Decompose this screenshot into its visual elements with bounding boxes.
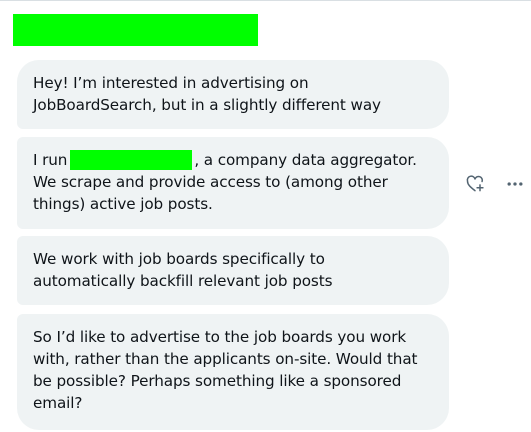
redacted-sender-name: [13, 14, 258, 46]
message-text-line: email?: [33, 394, 83, 412]
more-options-button[interactable]: [502, 171, 528, 197]
message-text-line: JobBoardSearch, but in a slightly differ…: [33, 96, 381, 114]
message-bubble[interactable]: I run , a company data aggregator. We scr…: [17, 137, 449, 229]
message-text-segment: , a company data aggregator.: [194, 151, 417, 169]
message-text-line: Hey! I’m interested in advertising on: [33, 74, 309, 92]
message-text-line: So I’d like to advertise to the job boar…: [33, 328, 407, 346]
message-actions: [462, 171, 528, 197]
react-button[interactable]: [462, 171, 488, 197]
message-text-line: with, rather than the applicants on-site…: [33, 350, 418, 368]
message-text-line: I run , a company data aggregator.: [33, 149, 433, 171]
message-text-line: We scrape and provide access to (among o…: [33, 173, 388, 191]
message-bubble[interactable]: So I’d like to advertise to the job boar…: [17, 314, 449, 430]
message-text-line: automatically backfill relevant job post…: [33, 272, 333, 290]
message-text-line: be possible? Perhaps something like a sp…: [33, 372, 402, 390]
message-bubble[interactable]: We work with job boards specifically to …: [17, 236, 449, 305]
message-text-line: We work with job boards specifically to: [33, 250, 325, 268]
more-horizontal-icon: [507, 182, 523, 186]
dm-conversation: Hey! I’m interested in advertising on Jo…: [0, 0, 531, 432]
message-text-line: things) active job posts.: [33, 195, 213, 213]
redacted-company-name: [70, 150, 193, 170]
message-bubble[interactable]: Hey! I’m interested in advertising on Jo…: [17, 60, 449, 129]
heart-plus-icon: [466, 175, 484, 192]
message-text-segment: I run: [33, 151, 68, 169]
